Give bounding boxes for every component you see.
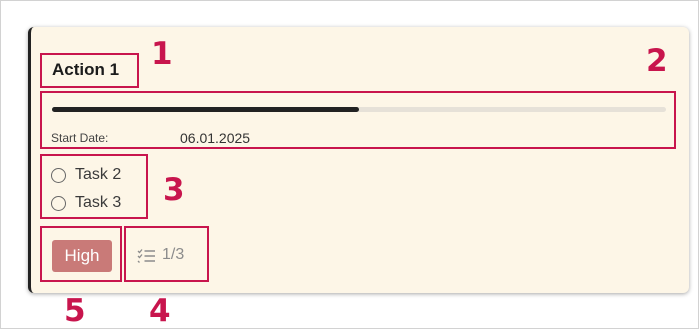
- callout-box-3: [40, 154, 148, 219]
- callout-box-2: [40, 91, 676, 149]
- callout-number-1: 1: [151, 36, 173, 72]
- callout-number-5: 5: [64, 293, 86, 329]
- callout-number-4: 4: [149, 293, 171, 329]
- callout-box-1: [40, 53, 139, 88]
- screenshot-stage: Action 1 Start Date: 06.01.2025 Task 2 T…: [0, 0, 699, 329]
- callout-box-4: [124, 226, 209, 282]
- callout-number-2: 2: [646, 43, 668, 79]
- callout-number-3: 3: [163, 172, 185, 208]
- callout-box-5: [40, 226, 122, 282]
